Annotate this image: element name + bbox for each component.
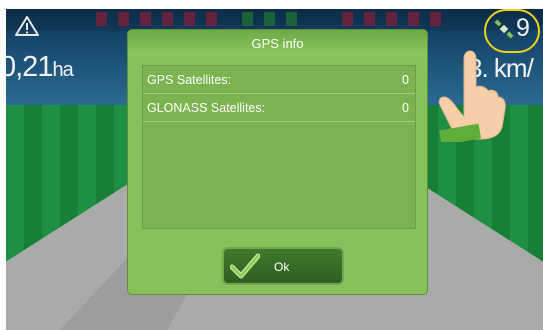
section-indicator [342,12,353,26]
area-value: 0,21 [6,51,53,83]
satellite-icon [494,19,514,39]
section-indicator [264,12,275,26]
section-bar [6,9,543,31]
ok-button[interactable]: Ok [222,247,344,285]
area-readout: 0,21ha [6,51,74,84]
section-indicator [140,12,151,26]
navigation-screen: 0,21ha 3. km/ 9 GPS info GPS Satellites:… [6,9,543,330]
dialog-header: GPS info [128,30,427,56]
section-indicator [386,12,397,26]
ok-button-label: Ok [274,260,290,274]
pointing-hand-icon [438,50,506,142]
warning-triangle-icon[interactable] [14,15,40,37]
section-indicator [286,12,297,26]
section-indicator [242,12,253,26]
gps-satellites-row: GPS Satellites: 0 [143,66,415,94]
satellite-count: 9 [516,14,530,42]
glonass-satellites-label: GLONASS Satellites: [147,101,266,115]
section-indicator [206,12,217,26]
section-indicator [96,12,107,26]
section-indicator [162,12,173,26]
checkmark-icon [230,253,260,279]
gps-satellites-label: GPS Satellites: [147,73,232,87]
satellite-info-list: GPS Satellites: 0 GLONASS Satellites: 0 [142,65,416,229]
section-indicator [118,12,129,26]
glonass-satellites-value: 0 [402,101,409,115]
section-indicator [364,12,375,26]
section-indicator [408,12,419,26]
gps-info-dialog: GPS info GPS Satellites: 0 GLONASS Satel… [128,30,427,294]
section-indicator [430,12,441,26]
section-indicator [184,12,195,26]
glonass-satellites-row: GLONASS Satellites: 0 [143,94,415,122]
area-unit: ha [52,59,73,81]
dialog-title: GPS info [251,36,304,51]
gps-satellites-value: 0 [402,73,409,87]
